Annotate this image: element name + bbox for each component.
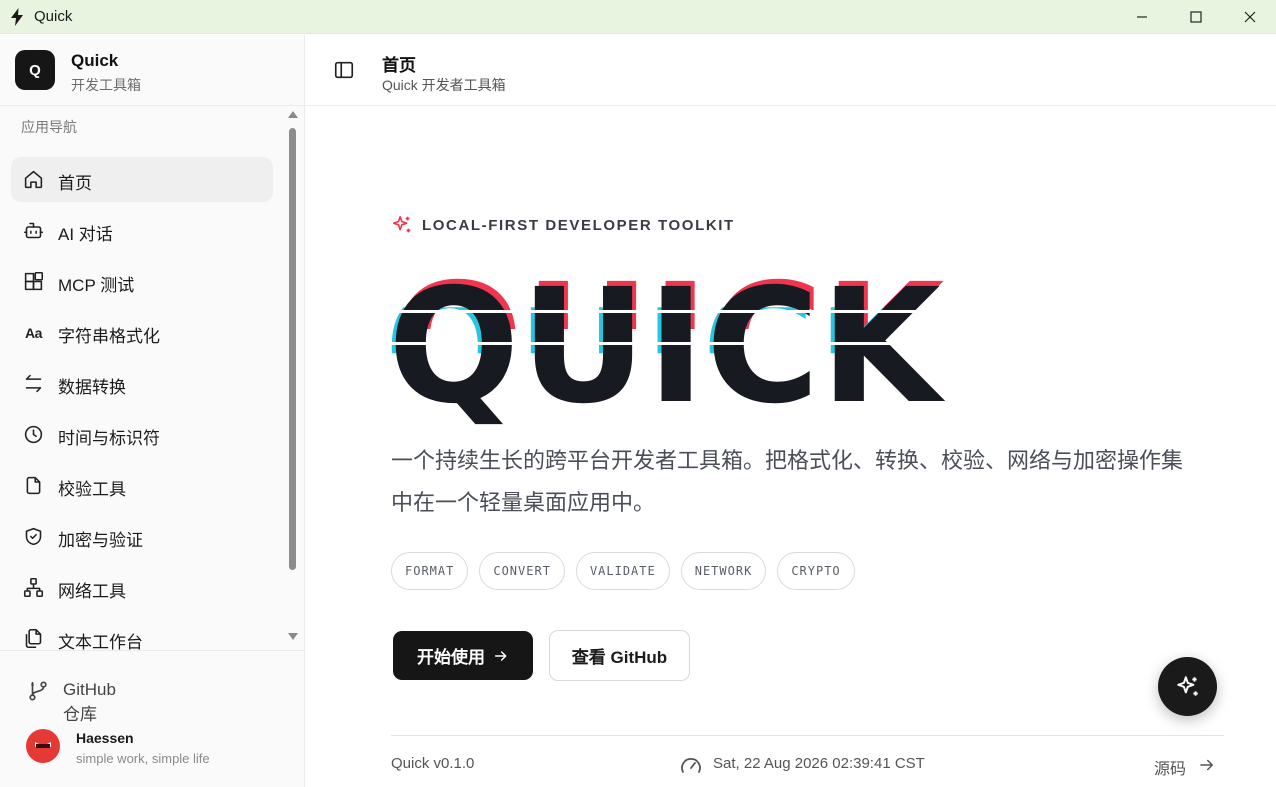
lightning-icon <box>11 8 23 26</box>
tag-list: FORMAT CONVERT VALIDATE NETWORK CRYPTO <box>391 552 855 590</box>
minimize-button[interactable] <box>1118 0 1166 34</box>
datetime-text: Sat, 22 Aug 2026 02:39:41 CST <box>713 755 925 772</box>
title-bar: Quick <box>0 0 1276 34</box>
hero-wordmark: QUICK QUICK QUICK <box>384 268 945 426</box>
sidebar-item-home[interactable]: 首页 <box>11 157 273 202</box>
sidebar: Q Quick 开发工具箱 应用导航 首页 AI 对话 MCP 测试 Aa 字符… <box>0 35 305 787</box>
sidebar-item-label: 加密与验证 <box>58 531 143 550</box>
scroll-down-arrow-icon[interactable] <box>288 633 298 640</box>
minimize-icon <box>1137 16 1147 18</box>
case-sensitive-icon: Aa <box>25 324 42 341</box>
brand-subtitle: 开发工具箱 <box>71 77 141 93</box>
main-header: 首页 Quick 开发者工具箱 <box>305 35 1276 106</box>
close-icon <box>1244 11 1256 23</box>
arrow-right-icon <box>1200 759 1213 771</box>
github-repo-label: GitHub 仓库 <box>63 680 116 724</box>
sidebar-item-label: MCP 测试 <box>58 276 135 295</box>
blocks-icon <box>24 271 44 291</box>
tag-validate: VALIDATE <box>575 552 670 590</box>
avatar-face-icon <box>35 742 51 748</box>
nav-list: 首页 AI 对话 MCP 测试 Aa 字符串格式化 数据转换 时间与标识符 校验… <box>11 157 273 667</box>
swap-arrows-icon <box>25 374 42 393</box>
maximize-button[interactable] <box>1172 0 1220 34</box>
sidebar-toggle-icon[interactable] <box>333 59 355 81</box>
view-github-button[interactable]: 查看 GitHub <box>549 630 690 681</box>
sidebar-item-network[interactable]: 网络工具 <box>11 565 273 610</box>
clock-icon <box>24 425 43 444</box>
sidebar-item-mcp-test[interactable]: MCP 测试 <box>11 259 273 304</box>
sidebar-item-label: 首页 <box>58 174 92 193</box>
sidebar-item-crypto[interactable]: 加密与验证 <box>11 514 273 559</box>
sidebar-item-data-convert[interactable]: 数据转换 <box>11 361 273 406</box>
view-github-label: 查看 GitHub <box>571 648 668 667</box>
close-button[interactable] <box>1226 0 1274 34</box>
sparkles-icon <box>1176 675 1198 696</box>
sidebar-item-label: 数据转换 <box>58 378 126 397</box>
wordmark-main: QUICK <box>388 255 942 439</box>
brand-name: Quick <box>71 51 119 70</box>
gauge-icon <box>681 758 701 773</box>
eyebrow-text: LOCAL-FIRST DEVELOPER TOOLKIT <box>422 217 735 234</box>
main-footer: Quick v0.1.0 Sat, 22 Aug 2026 02:39:41 C… <box>391 735 1224 787</box>
tag-network: NETWORK <box>680 552 767 590</box>
sidebar-item-validate-tools[interactable]: 校验工具 <box>11 463 273 508</box>
sidebar-item-time-identifier[interactable]: 时间与标识符 <box>11 412 273 457</box>
sidebar-item-label: 时间与标识符 <box>58 429 160 448</box>
sidebar-item-string-format[interactable]: Aa 字符串格式化 <box>11 310 273 355</box>
scroll-up-arrow-icon[interactable] <box>288 111 298 118</box>
glitch-slice <box>388 342 918 345</box>
files-icon <box>25 628 42 649</box>
hero-description: 一个持续生长的跨平台开发者工具箱。把格式化、转换、校验、网络与加密操作集中在一个… <box>391 448 1184 515</box>
user-motto: simple work, simple life <box>76 751 210 766</box>
sidebar-item-label: 网络工具 <box>58 582 126 601</box>
scroll-thumb[interactable] <box>289 128 296 570</box>
tag-format: FORMAT <box>391 552 469 590</box>
ai-assistant-fab[interactable] <box>1158 657 1217 716</box>
glitch-slice <box>388 310 918 313</box>
arrow-right-icon <box>494 650 507 661</box>
sidebar-item-ai-chat[interactable]: AI 对话 <box>11 208 273 253</box>
nav-heading: 应用导航 <box>21 119 77 135</box>
page-title: 首页 <box>382 56 416 75</box>
bot-icon <box>23 222 44 239</box>
sidebar-footer: GitHub 仓库 Haessen simple work, simple li… <box>0 650 304 787</box>
shield-check-icon <box>25 527 42 546</box>
home-icon <box>24 170 43 189</box>
get-started-label: 开始使用 <box>417 648 485 667</box>
brand: Q Quick 开发工具箱 <box>0 35 304 106</box>
window-title: Quick <box>34 8 73 25</box>
sidebar-item-label: 校验工具 <box>58 480 126 499</box>
sparkles-icon <box>392 215 411 233</box>
sidebar-item-label: AI 对话 <box>58 225 113 244</box>
source-link[interactable]: 源码 <box>1154 753 1224 778</box>
avatar[interactable] <box>26 729 60 763</box>
tag-crypto: CRYPTO <box>777 552 855 590</box>
brand-logo: Q <box>15 50 55 90</box>
version-text: Quick v0.1.0 <box>391 755 475 772</box>
tag-convert: CONVERT <box>479 552 565 590</box>
source-link-label: 源码 <box>1154 761 1187 778</box>
get-started-button[interactable]: 开始使用 <box>393 631 533 680</box>
maximize-icon <box>1190 11 1202 23</box>
file-check-icon <box>26 476 41 495</box>
sidebar-item-label: 字符串格式化 <box>58 327 160 346</box>
sidebar-scrollbar[interactable] <box>287 111 299 649</box>
page-subtitle: Quick 开发者工具箱 <box>382 77 506 93</box>
git-branch-icon <box>29 681 47 701</box>
network-icon <box>23 577 44 598</box>
user-name: Haessen <box>76 730 134 746</box>
